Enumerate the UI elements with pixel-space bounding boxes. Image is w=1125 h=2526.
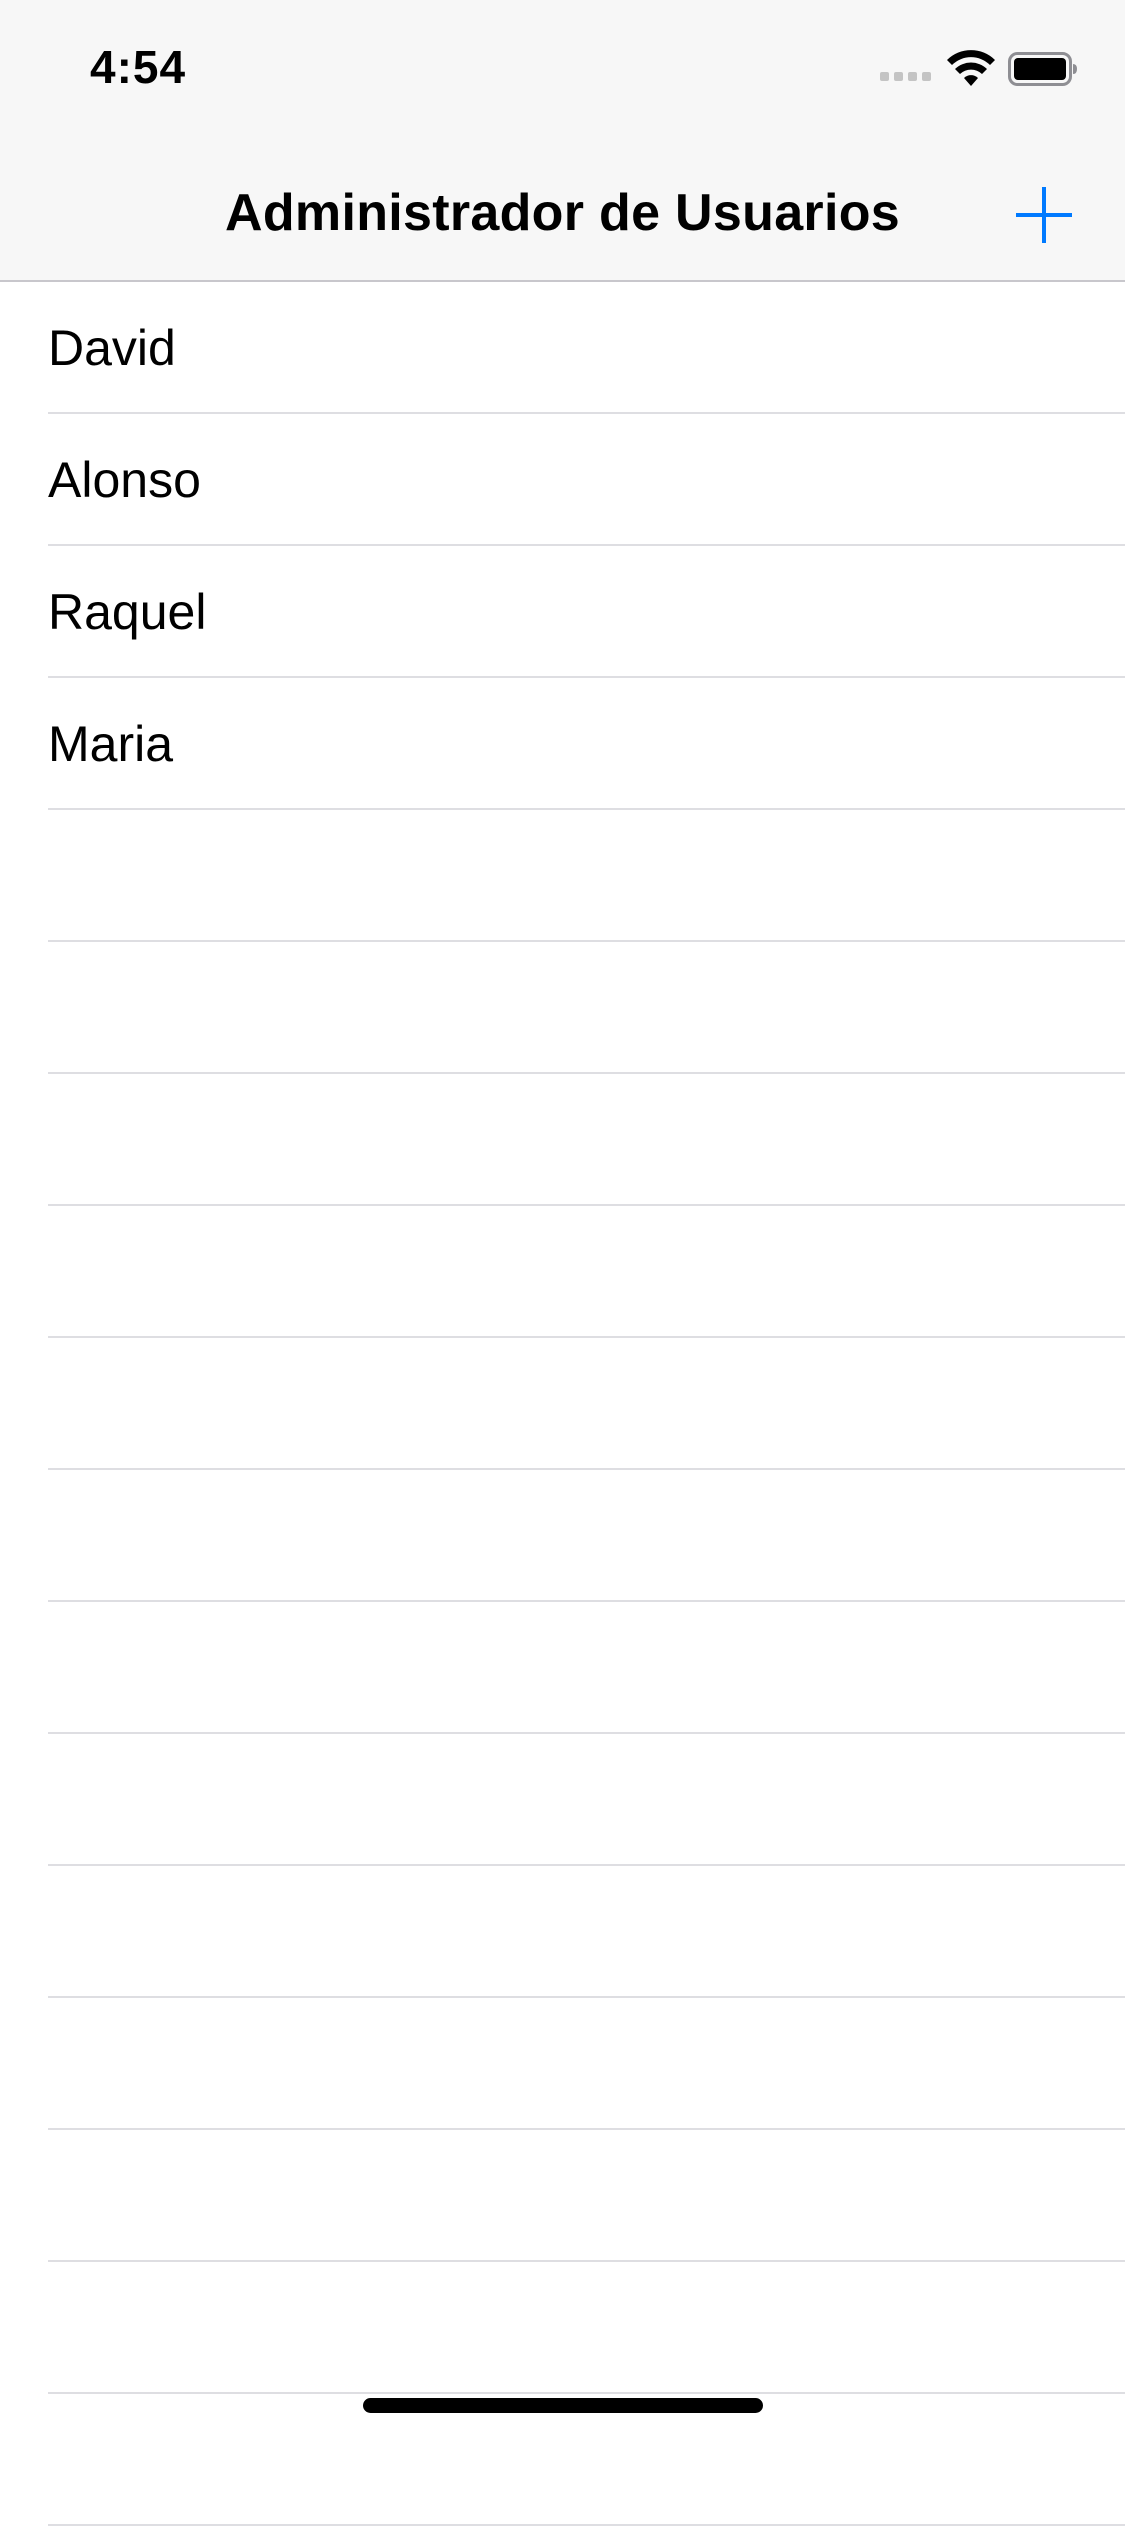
empty-table-row	[0, 1998, 1125, 2130]
home-indicator[interactable]	[363, 2398, 763, 2413]
empty-table-row	[0, 1866, 1125, 1998]
plus-icon	[1016, 187, 1072, 243]
add-user-button[interactable]	[1012, 183, 1076, 247]
table-row[interactable]: Alonso	[0, 414, 1125, 546]
empty-table-row	[0, 2130, 1125, 2262]
empty-table-row	[0, 810, 1125, 942]
user-name: David	[48, 320, 176, 376]
table-row[interactable]: Maria	[0, 678, 1125, 810]
empty-table-row	[0, 1074, 1125, 1206]
navigation-header: 4:54 Administrador de Usuarios	[0, 0, 1125, 282]
empty-table-row	[0, 1602, 1125, 1734]
empty-table-row	[0, 1470, 1125, 1602]
page-title: Administrador de Usuarios	[225, 184, 900, 242]
empty-table-row	[0, 1338, 1125, 1470]
user-name: Raquel	[48, 584, 207, 640]
empty-table-row	[0, 2262, 1125, 2394]
user-name: Maria	[48, 716, 174, 772]
status-time: 4:54	[90, 41, 187, 93]
user-name: Alonso	[48, 452, 201, 508]
empty-table-row	[0, 2394, 1125, 2526]
cellular-signal-icon	[880, 72, 931, 81]
empty-table-row	[0, 1206, 1125, 1338]
users-table: David Alonso Raquel Maria	[0, 282, 1125, 2526]
table-row[interactable]: David	[0, 282, 1125, 414]
table-row[interactable]: Raquel	[0, 546, 1125, 678]
wifi-icon	[947, 50, 995, 86]
empty-table-row	[0, 942, 1125, 1074]
empty-table-row	[0, 1734, 1125, 1866]
battery-icon	[1008, 52, 1077, 86]
